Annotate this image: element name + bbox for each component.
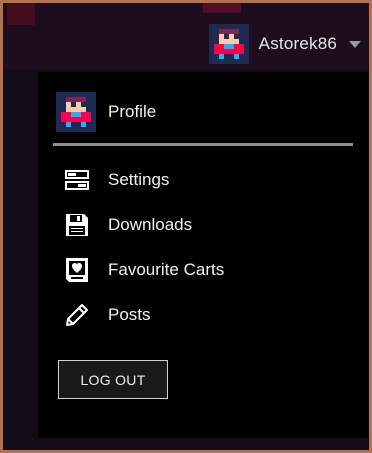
decorative-heart-icon <box>203 3 241 13</box>
downloads-label: Downloads <box>108 215 193 234</box>
favourite-carts-label: Favourite Carts <box>108 260 225 279</box>
floppy-disk-icon <box>64 212 90 238</box>
profile-label: Profile <box>108 102 157 121</box>
user-menu-toggle[interactable]: Astorek86 <box>208 22 361 66</box>
menu-item-favourite-carts[interactable]: Favourite Carts <box>64 255 224 285</box>
avatar-icon <box>208 24 249 64</box>
logout-button[interactable]: LOG OUT <box>58 360 168 399</box>
menu-item-settings[interactable]: Settings <box>64 165 169 195</box>
profile-avatar-icon <box>56 92 96 132</box>
username-label: Astorek86 <box>258 34 337 53</box>
chevron-down-icon <box>349 40 361 48</box>
settings-label: Settings <box>108 170 170 189</box>
menu-divider <box>53 143 353 146</box>
user-dropdown-menu: Profile Settings Downloads Favourite Car… <box>38 72 369 438</box>
menu-item-downloads[interactable]: Downloads <box>64 210 192 240</box>
menu-item-posts[interactable]: Posts <box>64 300 151 330</box>
pencil-icon <box>64 302 90 328</box>
top-bar: Astorek86 <box>3 3 369 69</box>
posts-label: Posts <box>108 305 151 324</box>
settings-icon <box>64 167 90 193</box>
menu-item-profile[interactable]: Profile <box>56 92 156 132</box>
heart-cart-icon <box>64 257 90 283</box>
decorative-heart-icon <box>7 3 35 25</box>
